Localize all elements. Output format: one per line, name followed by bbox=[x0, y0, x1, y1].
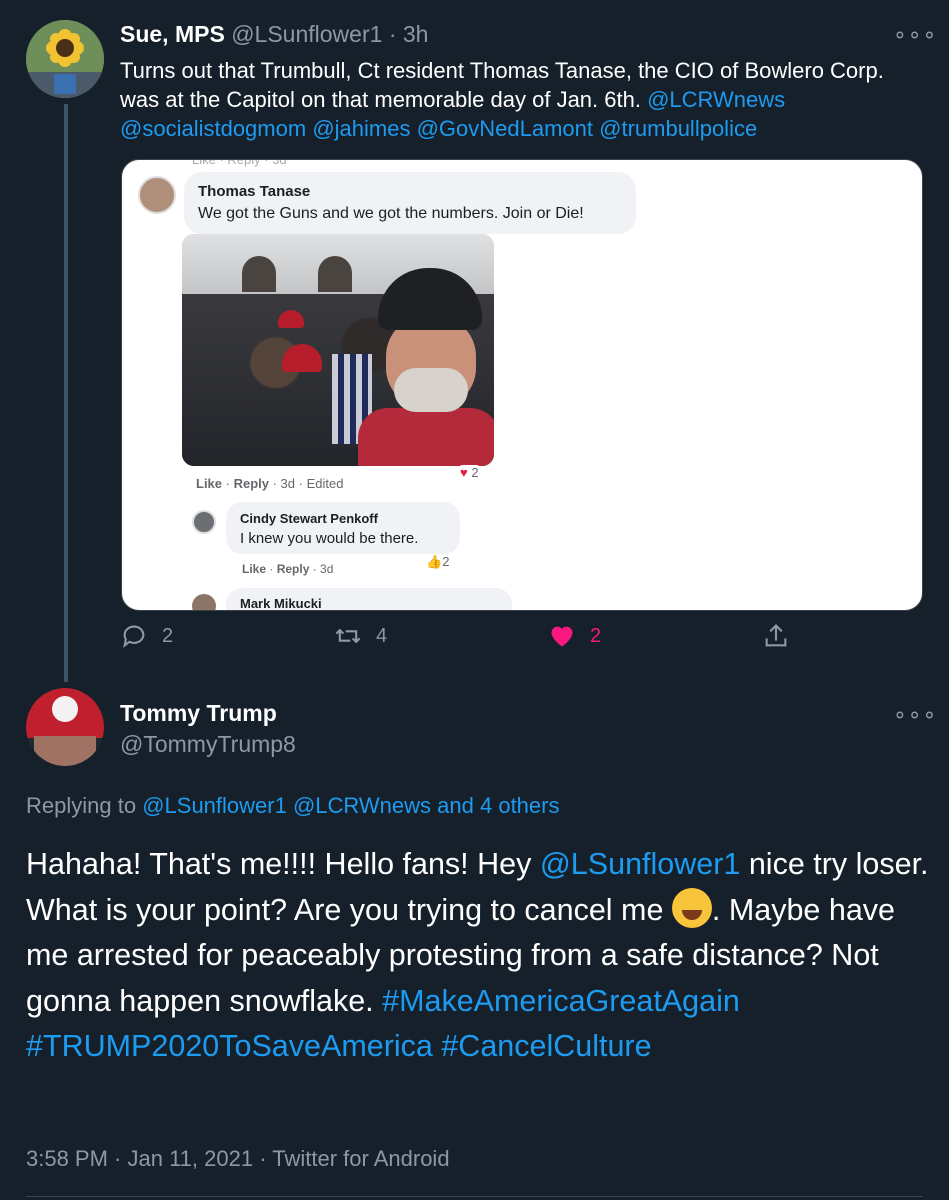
author-handle[interactable]: @TommyTrump8 bbox=[120, 731, 296, 758]
tweet-time[interactable]: 3h bbox=[403, 21, 429, 47]
commenter-name: Mark Mikucki bbox=[226, 588, 512, 610]
tweet-body: Hahaha! That's me!!!! Hello fans! Hey bbox=[26, 847, 540, 881]
comment-text: I knew you would be there. bbox=[240, 530, 419, 547]
mention-link[interactable]: @trumbullpolice bbox=[599, 116, 757, 141]
tweet-actions: 2 4 2 bbox=[0, 622, 949, 662]
heart-icon bbox=[551, 626, 573, 647]
author-name[interactable]: Sue, MPS bbox=[120, 21, 225, 47]
avatar[interactable] bbox=[26, 20, 104, 98]
comment-actions: Like · Reply · 3d bbox=[242, 562, 334, 576]
mention-link[interactable]: @jahimes bbox=[312, 116, 410, 141]
share-icon bbox=[765, 624, 787, 647]
mention-link[interactable]: @LCRWnews bbox=[647, 87, 785, 112]
tweet-text: Turns out that Trumbull, Ct resident Tho… bbox=[120, 56, 920, 143]
thread-line bbox=[64, 104, 68, 682]
tweet-source[interactable]: Twitter for Android bbox=[272, 1146, 449, 1171]
separator: · bbox=[388, 21, 397, 47]
reply-button[interactable]: 2 bbox=[120, 622, 173, 650]
reaction-count: ♥ 2 bbox=[456, 465, 483, 480]
replying-to: Replying to @LSunflower1 @LCRWnews and 4… bbox=[26, 793, 559, 819]
commenter-avatar bbox=[192, 510, 216, 534]
replying-label: Replying to bbox=[26, 793, 137, 818]
divider bbox=[26, 1196, 923, 1197]
mention-link[interactable]: @LSunflower1 bbox=[142, 793, 287, 818]
mention-link[interactable]: @LCRWnews bbox=[293, 793, 431, 818]
comment-text: We got the Guns and we got the numbers. … bbox=[198, 205, 584, 222]
avatar[interactable] bbox=[26, 688, 104, 766]
comment-actions: Like · Reply · 3d · Edited bbox=[196, 476, 344, 491]
tweet-text: Hahaha! That's me!!!! Hello fans! Hey @L… bbox=[26, 842, 931, 1070]
comment-bubble: Thomas Tanase We got the Guns and we got… bbox=[184, 172, 636, 234]
reaction-count: 👍2 bbox=[426, 554, 450, 569]
like-count: 2 bbox=[590, 624, 602, 647]
retweet-count: 4 bbox=[376, 624, 388, 647]
author-handle[interactable]: @LSunflower1 bbox=[231, 21, 382, 47]
like-button[interactable]: 2 bbox=[548, 622, 601, 650]
reply-icon bbox=[123, 625, 145, 648]
commenter-avatar bbox=[138, 176, 176, 214]
commenter-name: Cindy Stewart Penkoff bbox=[240, 511, 378, 526]
tweet-header: Sue, MPS @LSunflower1 · 3h bbox=[120, 20, 428, 48]
comment-photo bbox=[182, 234, 494, 466]
rolling-laughing-emoji-icon bbox=[671, 887, 712, 928]
more-icon[interactable]: ∘∘∘ bbox=[893, 22, 937, 48]
hashtag-link[interactable]: #CancelCulture bbox=[441, 1029, 651, 1063]
tweet-meta: 3:58 PM · Jan 11, 2021 · Twitter for And… bbox=[26, 1146, 450, 1171]
tweet-date[interactable]: Jan 11, 2021 bbox=[128, 1146, 254, 1171]
others-link[interactable]: and 4 others bbox=[437, 793, 559, 818]
reply-count: 2 bbox=[162, 624, 174, 647]
retweet-icon bbox=[335, 628, 361, 644]
author-name[interactable]: Tommy Trump bbox=[120, 700, 277, 727]
cropped-text: Like · Reply · 3d bbox=[192, 159, 287, 167]
mention-link[interactable]: @GovNedLamont bbox=[417, 116, 593, 141]
hashtag-link[interactable]: #TRUMP2020ToSaveAmerica bbox=[26, 1029, 433, 1063]
hashtag-link[interactable]: #MakeAmericaGreatAgain bbox=[382, 984, 740, 1018]
embedded-image[interactable]: Like · Reply · 3d Thomas Tanase We got t… bbox=[121, 159, 923, 611]
mention-link[interactable]: @LSunflower1 bbox=[540, 847, 741, 881]
commenter-name: Thomas Tanase bbox=[198, 183, 311, 200]
retweet-button[interactable]: 4 bbox=[334, 622, 387, 650]
commenter-avatar bbox=[192, 594, 216, 610]
tweet-time[interactable]: 3:58 PM bbox=[26, 1146, 108, 1171]
more-icon[interactable]: ∘∘∘ bbox=[893, 702, 937, 728]
mention-link[interactable]: @socialistdogmom bbox=[120, 116, 306, 141]
comment-bubble: Cindy Stewart Penkoff I knew you would b… bbox=[226, 502, 460, 554]
share-button[interactable] bbox=[762, 622, 790, 650]
sunflower-avatar-image bbox=[26, 20, 104, 98]
